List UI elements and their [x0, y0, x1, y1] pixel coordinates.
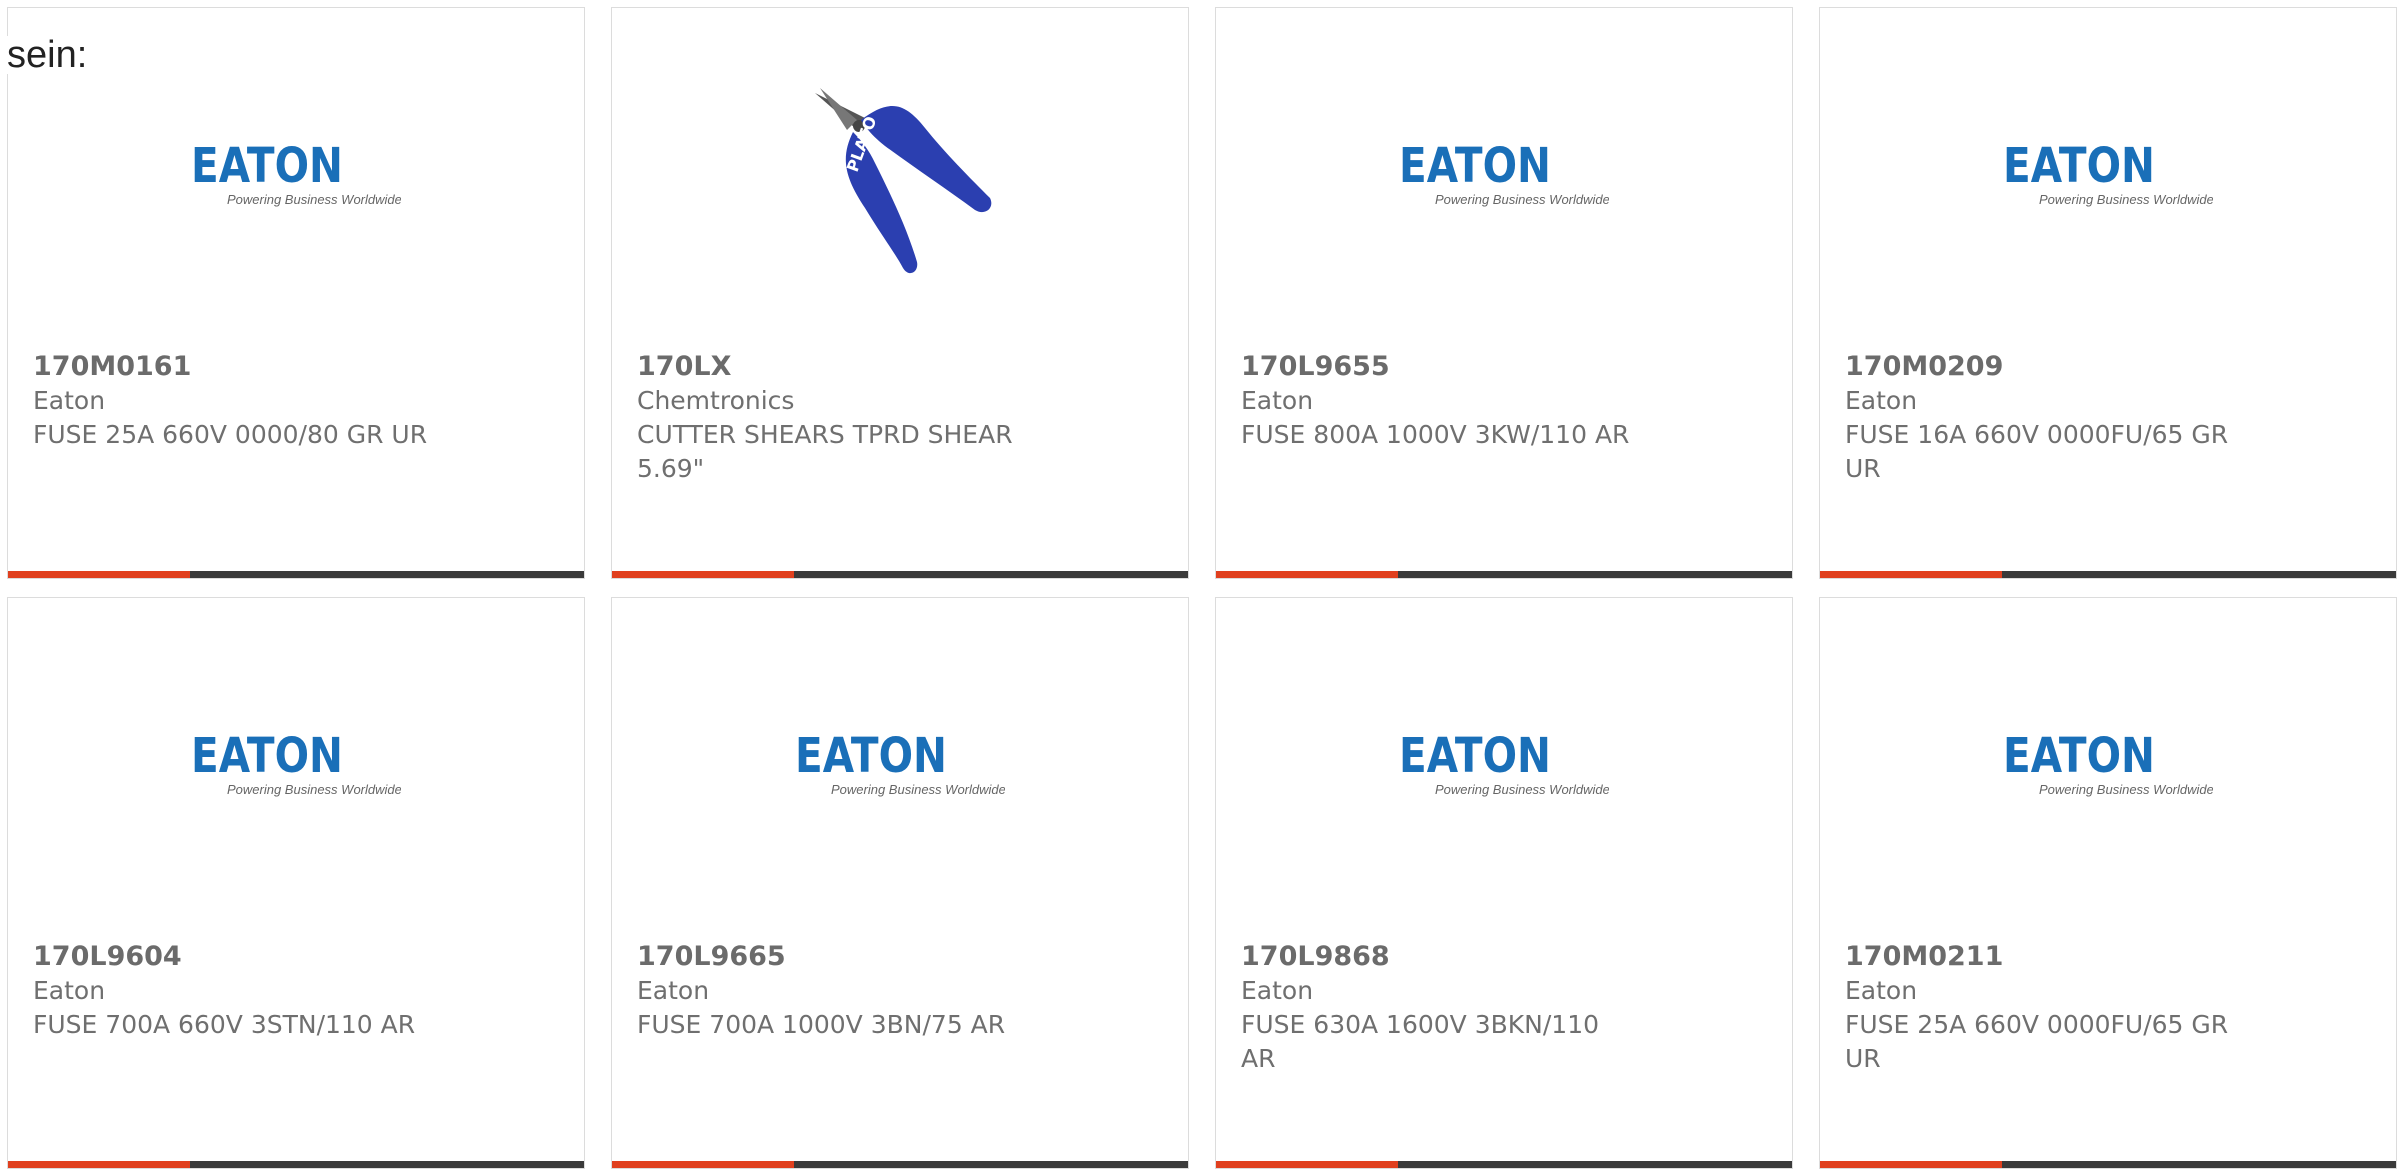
manufacturer: Eaton	[637, 976, 710, 1005]
part-number[interactable]: 170M0211	[1845, 940, 2245, 974]
card-accent-bar	[8, 1161, 190, 1168]
logo-tagline: Powering Business Worldwide	[227, 192, 401, 207]
product-description: CUTTER SHEARS TPRD SHEAR 5.69"	[637, 420, 1013, 483]
card-bottom-bar	[8, 1161, 584, 1168]
product-card[interactable]: EATON Powering Business Worldwide 170M0211…	[1819, 597, 2397, 1169]
card-bottom-bar	[1216, 1161, 1792, 1168]
manufacturer: Eaton	[33, 386, 106, 415]
manufacturer: Eaton	[1845, 976, 1918, 1005]
card-bottom-bar	[612, 1161, 1188, 1168]
eaton-logo-icon: EATONPowering Business Worldwide	[191, 728, 401, 797]
part-number[interactable]: 170L9868	[1241, 940, 1641, 974]
card-accent-bar	[612, 1161, 794, 1168]
logo-tagline: Powering Business Worldwide	[1435, 192, 1609, 207]
product-info: 170M0211 Eaton FUSE 25A 660V 0000FU/65 GR …	[1845, 940, 2245, 1076]
product-info: 170L9655 Eaton FUSE 800A 1000V 3KW/110 AR	[1241, 350, 1641, 452]
product-card[interactable]: PLATO 170LX Chemtronics CUTTER SHEARS TPRD …	[611, 7, 1189, 579]
logo-word: EATON	[2003, 138, 2155, 194]
part-number[interactable]: 170L9655	[1241, 350, 1641, 384]
eaton-logo-icon: EATONPowering Business Worldwide	[2003, 138, 2213, 207]
card-accent-bar	[1216, 1161, 1398, 1168]
product-image[interactable]: EATON Powering Business Worldwide	[8, 8, 584, 338]
product-card[interactable]: EATON Powering Business Worldwide 170M0161…	[7, 7, 585, 579]
eaton-logo-icon: EATONPowering Business Worldwide	[2003, 728, 2213, 797]
logo-word: EATON	[1399, 138, 1551, 194]
product-info: 170M0161 Eaton FUSE 25A 660V 0000/80 GR UR	[33, 350, 433, 452]
logo-tagline: Powering Business Worldwide	[1435, 782, 1609, 797]
product-card[interactable]: EATON Powering Business Worldwide 170L9604…	[7, 597, 585, 1169]
logo-word: EATON	[2003, 728, 2155, 784]
product-info: 170L9868 Eaton FUSE 630A 1600V 3BKN/110 AR	[1241, 940, 1641, 1076]
eaton-logo-icon: EATONPowering Business Worldwide	[1399, 138, 1609, 207]
manufacturer: Chemtronics	[637, 386, 795, 415]
product-image[interactable]: EATON Powering Business Worldwide	[1820, 8, 2396, 338]
part-number[interactable]: 170M0161	[33, 350, 433, 384]
product-info: 170M0209 Eaton FUSE 16A 660V 0000FU/65 GR …	[1845, 350, 2245, 486]
logo-tagline: Powering Business Worldwide	[2039, 782, 2213, 797]
eaton-logo-icon: EATONPowering Business Worldwide	[191, 138, 401, 207]
part-number[interactable]: 170L9665	[637, 940, 1037, 974]
product-card[interactable]: EATON Powering Business Worldwide 170L9655…	[1215, 7, 1793, 579]
product-card[interactable]: EATON Powering Business Worldwide 170M0209…	[1819, 7, 2397, 579]
product-info: 170L9665 Eaton FUSE 700A 1000V 3BN/75 AR	[637, 940, 1037, 1042]
card-bottom-bar	[8, 571, 584, 578]
manufacturer: Eaton	[1241, 386, 1314, 415]
product-description: FUSE 16A 660V 0000FU/65 GR UR	[1845, 420, 2229, 483]
product-description: FUSE 700A 660V 3STN/110 AR	[33, 1010, 416, 1039]
card-accent-bar	[1216, 571, 1398, 578]
card-accent-bar	[1820, 571, 2002, 578]
cutter-tool-icon: PLATO	[815, 88, 992, 274]
product-info: 170L9604 Eaton FUSE 700A 660V 3STN/110 AR	[33, 940, 433, 1042]
logo-word: EATON	[795, 728, 947, 784]
product-image[interactable]: EATON Powering Business Worldwide	[8, 598, 584, 928]
card-accent-bar	[8, 571, 190, 578]
card-bottom-bar	[612, 571, 1188, 578]
product-description: FUSE 630A 1600V 3BKN/110 AR	[1241, 1010, 1600, 1073]
product-image[interactable]: PLATO	[612, 8, 1188, 338]
card-bottom-bar	[1216, 571, 1792, 578]
logo-tagline: Powering Business Worldwide	[227, 782, 401, 797]
logo-word: EATON	[191, 138, 343, 194]
logo-tagline: Powering Business Worldwide	[831, 782, 1005, 797]
logo-word: EATON	[1399, 728, 1551, 784]
card-accent-bar	[1820, 1161, 2002, 1168]
manufacturer: Eaton	[1241, 976, 1314, 1005]
product-card[interactable]: EATON Powering Business Worldwide 170L9868…	[1215, 597, 1793, 1169]
part-number[interactable]: 170M0209	[1845, 350, 2245, 384]
logo-word: EATON	[191, 728, 343, 784]
product-image[interactable]: EATON Powering Business Worldwide	[1216, 8, 1792, 338]
logo-tagline: Powering Business Worldwide	[2039, 192, 2213, 207]
product-image[interactable]: EATON Powering Business Worldwide	[1216, 598, 1792, 928]
product-description: FUSE 700A 1000V 3BN/75 AR	[637, 1010, 1006, 1039]
card-bottom-bar	[1820, 571, 2396, 578]
product-image[interactable]: EATON Powering Business Worldwide	[1820, 598, 2396, 928]
part-number[interactable]: 170L9604	[33, 940, 433, 974]
eaton-logo-icon: EATONPowering Business Worldwide	[795, 728, 1005, 797]
product-info: 170LX Chemtronics CUTTER SHEARS TPRD SHEAR…	[637, 350, 1037, 486]
card-bottom-bar	[1820, 1161, 2396, 1168]
part-number[interactable]: 170LX	[637, 350, 1037, 384]
product-card[interactable]: EATON Powering Business Worldwide 170L9665…	[611, 597, 1189, 1169]
eaton-logo-icon: EATONPowering Business Worldwide	[1399, 728, 1609, 797]
manufacturer: Eaton	[1845, 386, 1918, 415]
intro-text: sein:	[7, 34, 88, 76]
product-image[interactable]: EATON Powering Business Worldwide	[612, 598, 1188, 928]
product-description: FUSE 800A 1000V 3KW/110 AR	[1241, 420, 1630, 449]
product-description: FUSE 25A 660V 0000/80 GR UR	[33, 420, 428, 449]
card-accent-bar	[612, 571, 794, 578]
product-description: FUSE 25A 660V 0000FU/65 GR UR	[1845, 1010, 2229, 1073]
manufacturer: Eaton	[33, 976, 106, 1005]
